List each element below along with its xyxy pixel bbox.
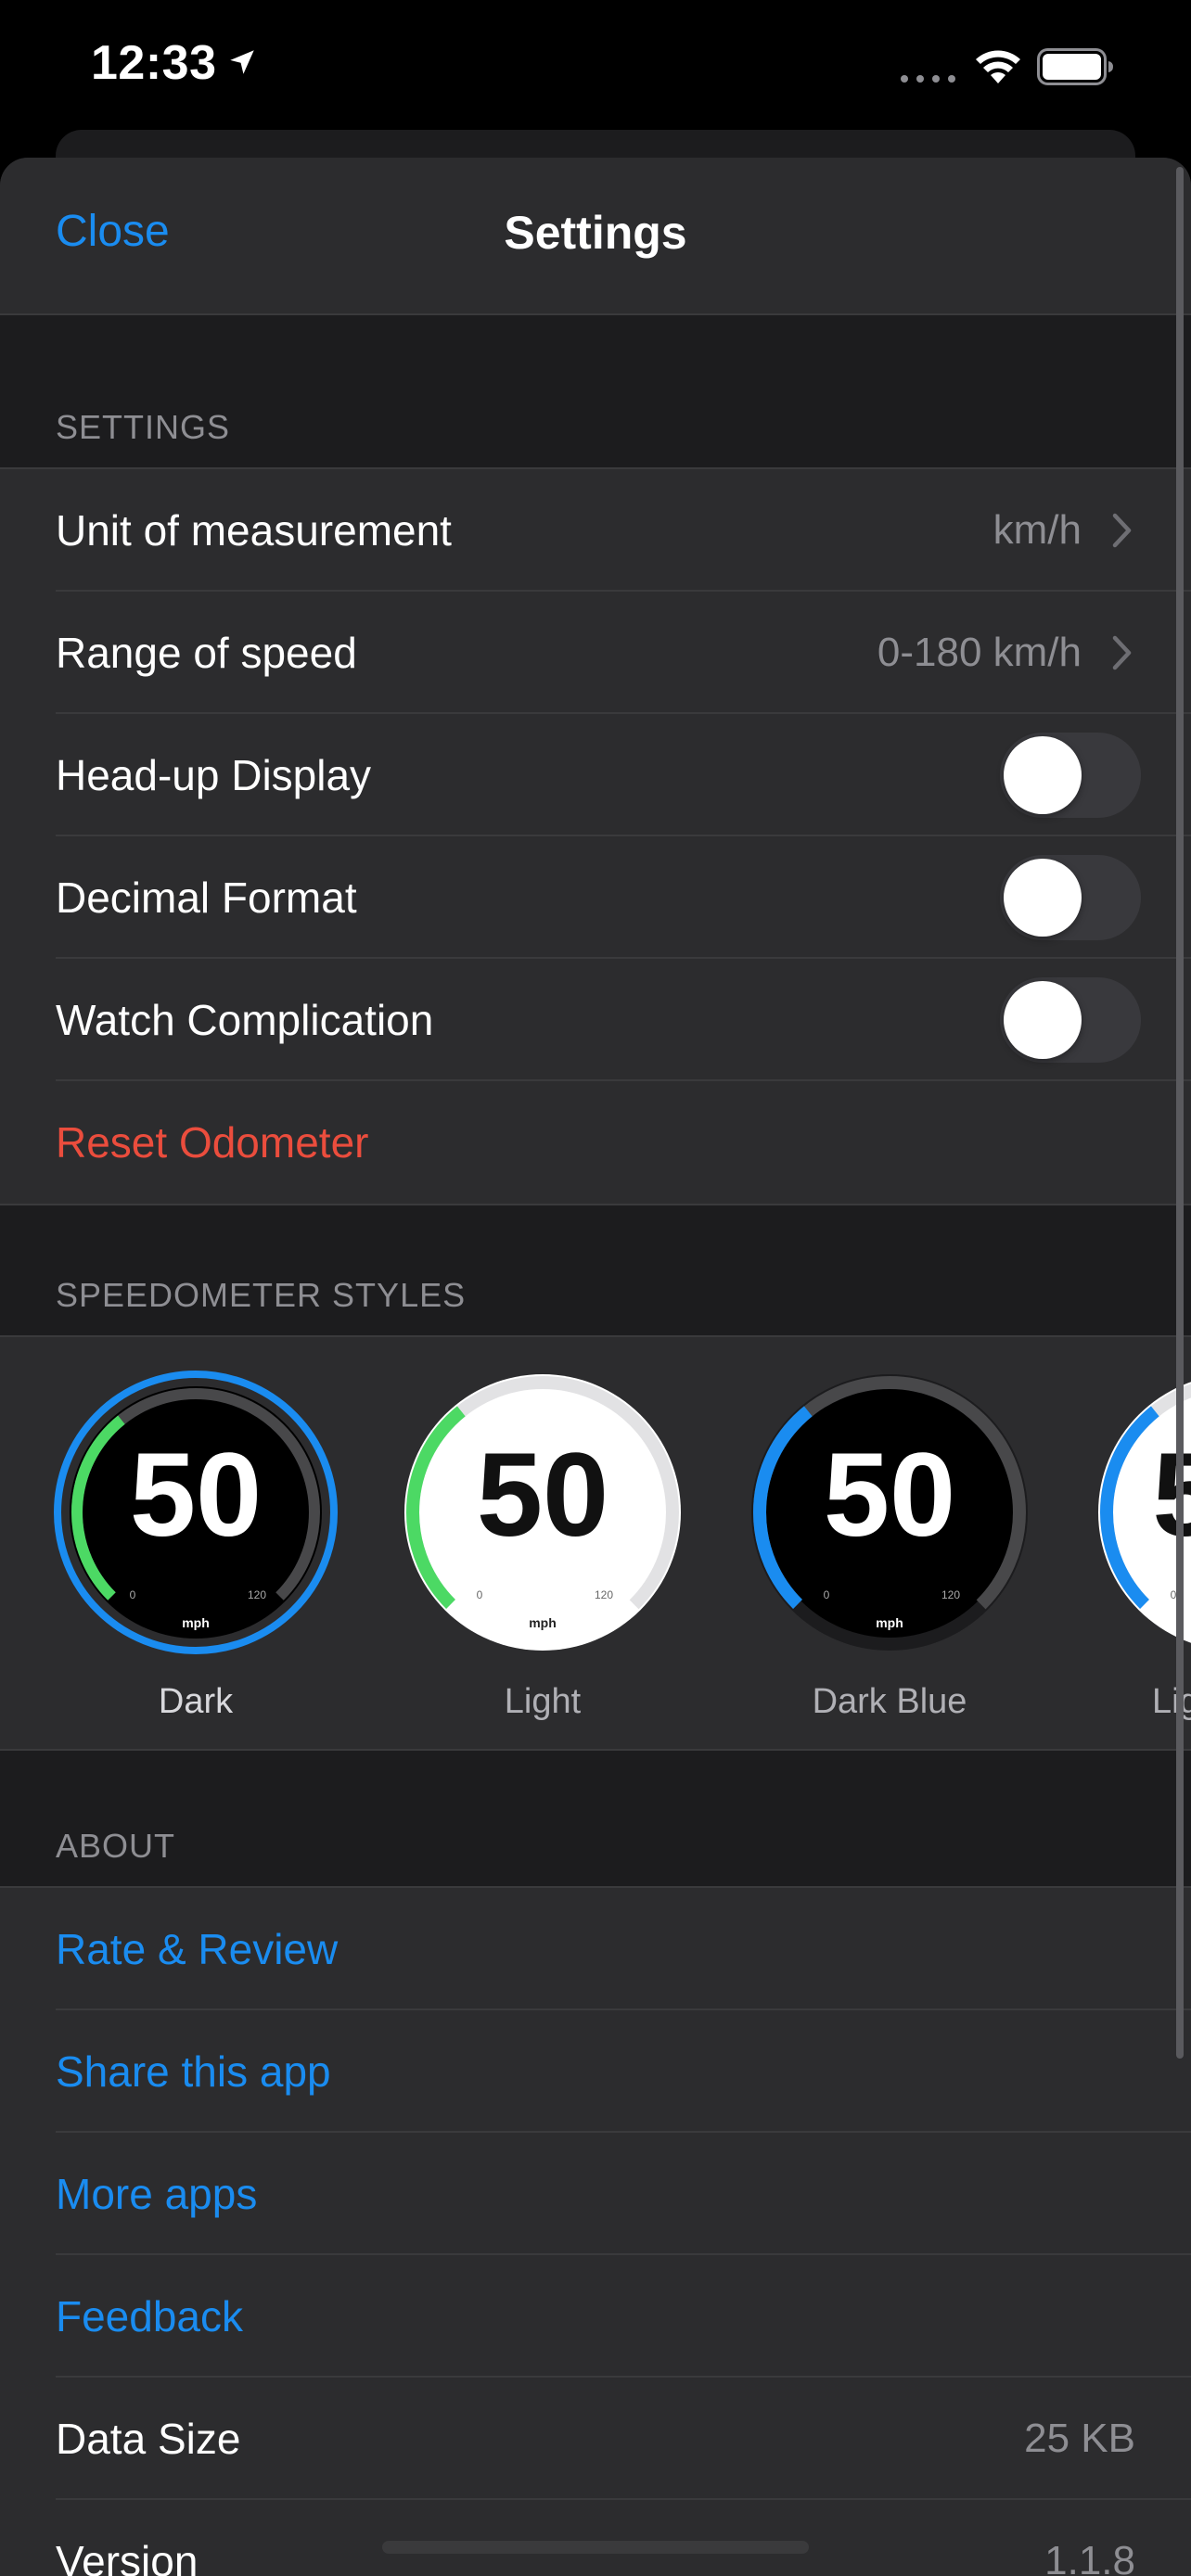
toggle-knob (1004, 859, 1082, 937)
row-label: Version (56, 2537, 198, 2576)
section-header-speedometer-styles: SPEEDOMETER STYLES (56, 1276, 467, 1314)
row-unit-of-measurement[interactable]: Unit of measurement km/h (0, 469, 1191, 592)
settings-sheet: Close Settings SETTINGS Unit of measurem… (0, 158, 1191, 2576)
section-header-about: ABOUT (56, 1827, 176, 1865)
section-header-settings: SETTINGS (56, 408, 231, 446)
toggle-knob (1004, 736, 1082, 814)
row-value: 1.1.8 (1044, 2538, 1135, 2576)
gauge-speed: 50 (824, 1429, 955, 1562)
gauge-speed: 50 (477, 1429, 608, 1562)
row-label: More apps (56, 2170, 258, 2218)
speedometer-style-dark[interactable]: 50 0 120 mph (52, 1369, 339, 1656)
share-app-link[interactable]: Share this app (0, 2010, 1191, 2133)
watch-complication-toggle[interactable] (1000, 977, 1141, 1063)
gauge-max: 120 (941, 1588, 960, 1601)
gauge-speed: 5 (1152, 1429, 1191, 1562)
gauge-min: 0 (130, 1588, 136, 1601)
row-label: Unit of measurement (56, 506, 452, 555)
page-title: Settings (504, 207, 687, 259)
row-label: Reset Odometer (56, 1118, 369, 1167)
toggle-knob (1004, 981, 1082, 1059)
row-label: Data Size (56, 2415, 241, 2463)
row-label: Head-up Display (56, 751, 372, 799)
speedometer-style-dark-blue[interactable]: 50 0 120 mph (746, 1369, 1033, 1656)
location-arrow-icon (230, 50, 254, 74)
navigation-bar: Close Settings (0, 158, 1191, 315)
row-label: Watch Complication (56, 996, 434, 1044)
rate-and-review-link[interactable]: Rate & Review (0, 1888, 1191, 2010)
gauge-unit: mph (182, 1615, 210, 1630)
status-bar: 12:33 (0, 0, 1191, 139)
cellular-signal-icon (901, 75, 955, 83)
row-label: Range of speed (56, 629, 357, 677)
gauge-max: 120 (595, 1588, 613, 1601)
home-indicator[interactable] (382, 2541, 809, 2554)
gauge-unit: mph (529, 1615, 557, 1630)
style-label-light: Light (504, 1682, 582, 1721)
feedback-link[interactable]: Feedback (0, 2255, 1191, 2378)
gauge-unit: mph (876, 1615, 903, 1630)
row-label: Feedback (56, 2292, 244, 2340)
wifi-icon (976, 50, 1020, 83)
row-label: Share this app (56, 2047, 331, 2096)
gauge-max: 120 (248, 1588, 266, 1601)
row-label: Rate & Review (56, 1925, 339, 1973)
row-data-size: Data Size 25 KB (0, 2378, 1191, 2500)
row-range-of-speed[interactable]: Range of speed 0-180 km/h (0, 592, 1191, 714)
head-up-display-toggle[interactable] (1000, 733, 1141, 818)
decimal-format-toggle[interactable] (1000, 855, 1141, 940)
settings-group: Unit of measurement km/h Range of speed … (0, 467, 1191, 1205)
row-version: Version 1.1.8 (0, 2500, 1191, 2576)
speedometer-styles-carousel[interactable]: 50 0 120 mph Dark 50 0 120 mph Light 50 … (0, 1335, 1191, 1751)
vertical-scrollbar[interactable] (1176, 167, 1184, 2059)
row-head-up-display: Head-up Display (0, 714, 1191, 836)
style-label-dark-blue: Dark Blue (812, 1682, 967, 1721)
row-watch-complication: Watch Complication (0, 959, 1191, 1081)
more-apps-link[interactable]: More apps (0, 2133, 1191, 2255)
gauge-min: 0 (477, 1588, 483, 1601)
speedometer-style-light[interactable]: 50 0 120 mph (399, 1369, 686, 1656)
row-value: km/h (992, 507, 1082, 553)
chevron-right-icon (1112, 513, 1132, 548)
gauge-min: 0 (824, 1588, 830, 1601)
row-label: Decimal Format (56, 874, 357, 922)
battery-icon (1037, 48, 1113, 85)
row-value: 25 KB (1024, 2416, 1135, 2461)
reset-odometer-button[interactable]: Reset Odometer (0, 1081, 1191, 1204)
gauge-speed: 50 (130, 1429, 262, 1562)
about-group: Rate & Review Share this app More apps F… (0, 1886, 1191, 2576)
style-label-dark: Dark (158, 1682, 234, 1721)
status-time: 12:33 (91, 36, 217, 90)
chevron-right-icon (1112, 635, 1132, 670)
row-value: 0-180 km/h (877, 630, 1082, 675)
row-decimal-format: Decimal Format (0, 836, 1191, 959)
